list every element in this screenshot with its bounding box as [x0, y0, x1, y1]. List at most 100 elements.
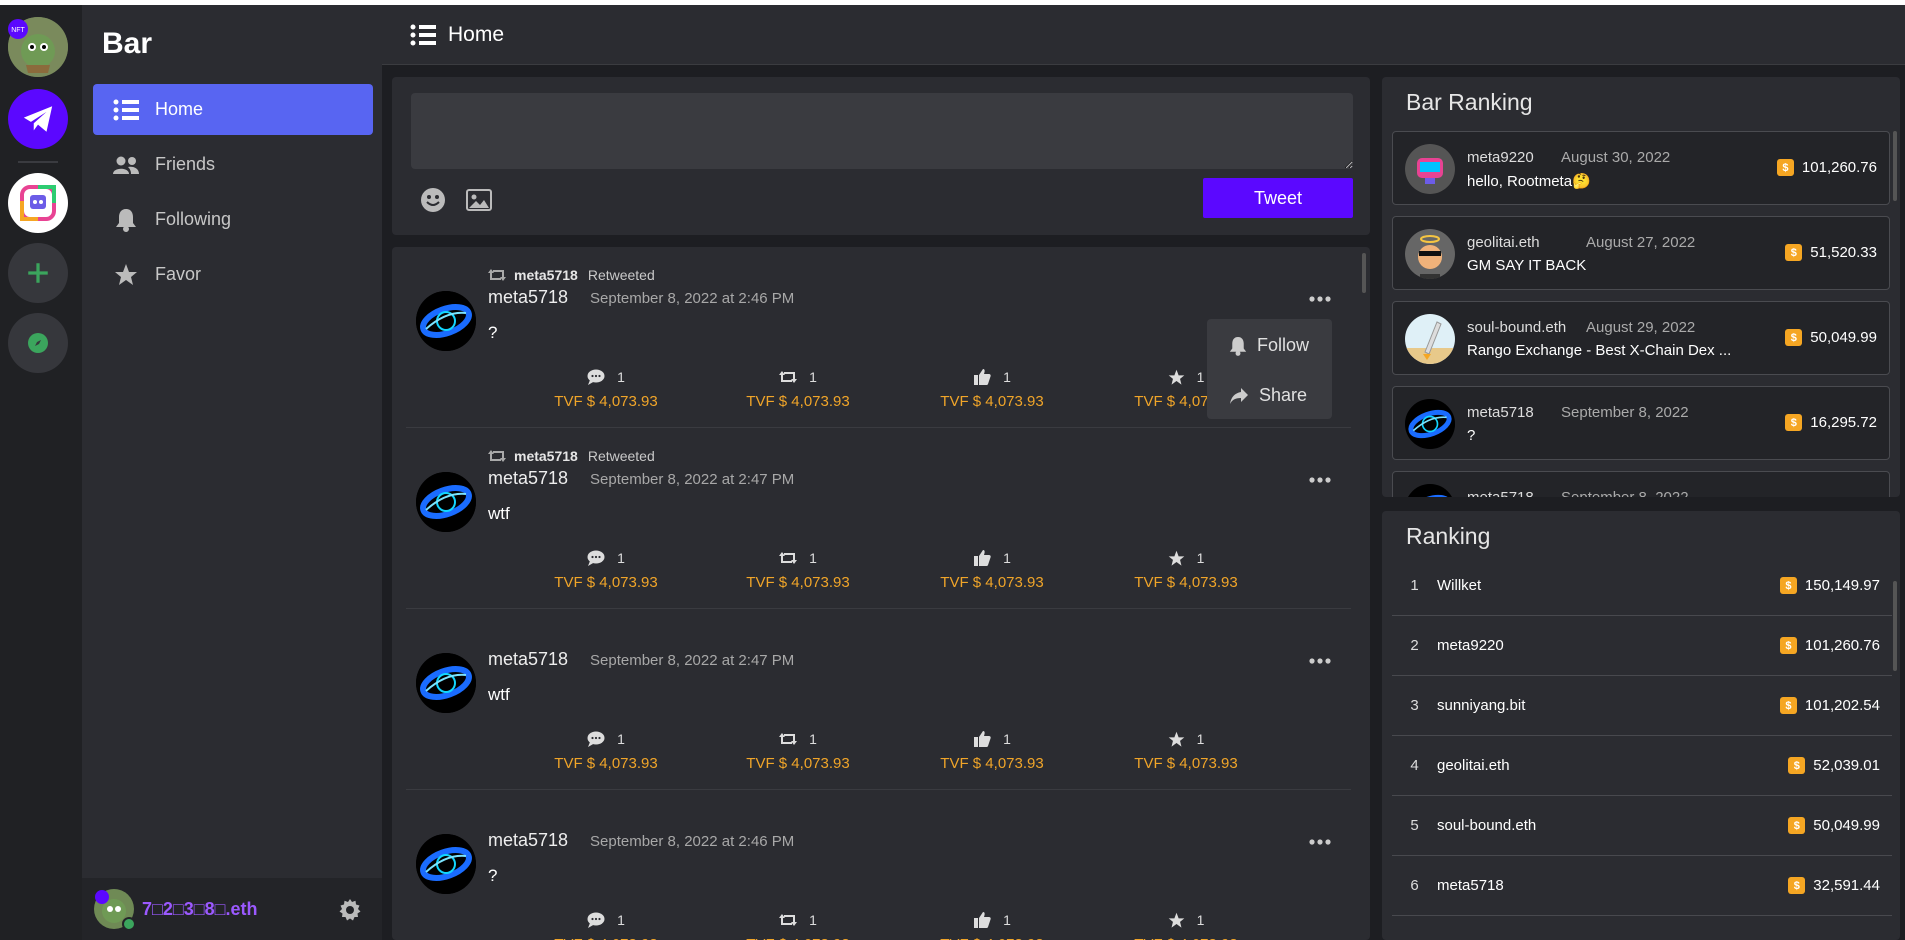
telegram-icon[interactable] [8, 89, 68, 149]
bar-ranking-card[interactable]: soul-bound.eth August 29, 2022 Rango Exc… [1392, 301, 1890, 375]
comment-stat[interactable]: 1 TVF $ 4,073.93 [526, 910, 686, 940]
app-icon[interactable] [8, 173, 68, 233]
like-stat[interactable]: 1 TVF $ 4,073.93 [912, 367, 1072, 410]
stat-count: 1 [809, 550, 817, 566]
share-menu-item[interactable]: Share [1207, 373, 1332, 418]
bar-ranking-card[interactable]: meta5718 September 8, 2022 $16,295.72 [1392, 471, 1890, 497]
like-stat[interactable]: 1 TVF $ 4,073.93 [912, 548, 1072, 591]
retweet-stat[interactable]: 1 TVF $ 4,073.93 [718, 729, 878, 772]
compass-icon[interactable] [8, 313, 68, 373]
bar-ranking-panel: Bar Ranking meta9220 August 30, 2022 hel… [1382, 77, 1900, 497]
star-stat[interactable]: 1 TVF $ 4,073.93 [1106, 548, 1266, 591]
retweet-icon [779, 551, 798, 565]
stat-count: 1 [617, 550, 625, 566]
panel-scrollbar[interactable] [1893, 581, 1897, 671]
list-icon [111, 99, 141, 121]
ranking-row[interactable]: 4 geolitai.eth $52,039.01 [1392, 736, 1892, 796]
coin-icon: $ [1788, 877, 1806, 894]
stat-count: 1 [809, 369, 817, 385]
star-icon [111, 263, 141, 287]
rank-number: 3 [1410, 697, 1419, 714]
image-icon[interactable] [466, 189, 492, 211]
emoji-icon[interactable] [420, 187, 446, 213]
feed-scrollbar[interactable] [1362, 253, 1366, 293]
ranking-panel: Ranking 1 Willket $150,149.97 2 meta9220 … [1382, 511, 1900, 940]
panel-title: Ranking [1406, 523, 1491, 549]
rank-amount: $150,149.97 [1779, 577, 1880, 594]
star-stat[interactable]: 1 TVF $ 4,073.93 [1106, 910, 1266, 940]
like-stat[interactable]: 1 TVF $ 4,073.93 [912, 729, 1072, 772]
follow-menu-item[interactable]: Follow [1207, 323, 1332, 368]
rank-amount: $101,260.76 [1779, 637, 1880, 654]
retweeter-name[interactable]: meta5718 [514, 448, 578, 464]
rank-amount: $32,591.44 [1788, 877, 1880, 894]
retweet-stat[interactable]: 1 TVF $ 4,073.93 [718, 367, 878, 410]
comment-stat[interactable]: 1 TVF $ 4,073.93 [526, 729, 686, 772]
comment-icon [587, 369, 605, 385]
tweet-button[interactable]: Tweet [1203, 178, 1353, 218]
like-icon [973, 368, 991, 386]
post-author[interactable]: meta5718 [488, 287, 568, 308]
sidebar-item-home[interactable]: Home [93, 84, 373, 135]
like-icon [973, 911, 991, 929]
amount-value: 51,520.33 [1810, 244, 1877, 261]
bar-ranking-card[interactable]: meta5718 September 8, 2022 ? $16,295.72 [1392, 386, 1890, 460]
post-author[interactable]: meta5718 [488, 468, 568, 489]
tvf-value: TVF $ 4,073.93 [526, 936, 686, 940]
user-avatar[interactable] [94, 889, 136, 931]
post-avatar[interactable] [416, 472, 476, 532]
rank-user: Willket [1437, 577, 1482, 594]
sidebar-item-favor[interactable]: Favor [93, 249, 373, 300]
tvf-value: TVF $ 4,073.93 [940, 574, 1044, 591]
comment-icon [587, 550, 605, 566]
add-server-icon[interactable] [8, 243, 68, 303]
bar-card-avatar [1405, 484, 1455, 497]
ranking-row[interactable]: 6 meta5718 $32,591.44 [1392, 856, 1892, 916]
stat-count: 1 [1196, 550, 1205, 566]
retweet-icon [779, 913, 798, 927]
bar-card-date: August 30, 2022 [1561, 149, 1671, 166]
tvf-value: TVF $ 4,073.93 [912, 936, 1072, 940]
list-icon [410, 24, 436, 46]
post-avatar[interactable] [416, 834, 476, 894]
ranking-row[interactable]: 3 sunniyang.bit $101,202.54 [1392, 676, 1892, 736]
post: meta5718 Retweeted meta5718 September 8, 20… [406, 428, 1351, 609]
sidebar: Bar Home Friends Following Favor 7□2□3□8… [82, 5, 382, 940]
stat-count: 1 [1196, 731, 1205, 747]
nft-avatar[interactable]: NFT [8, 17, 68, 77]
post-avatar[interactable] [416, 653, 476, 713]
post-context-menu: Follow Share [1207, 319, 1332, 419]
sidebar-item-following[interactable]: Following [93, 194, 373, 245]
bar-card-text: ? [1467, 427, 1476, 444]
more-options-icon[interactable] [1309, 651, 1331, 667]
more-options-icon[interactable] [1309, 289, 1331, 305]
panel-scrollbar[interactable] [1893, 131, 1897, 201]
sidebar-item-friends[interactable]: Friends [93, 139, 373, 190]
post-avatar[interactable] [416, 291, 476, 351]
bar-card-amount: $16,295.72 [1785, 414, 1877, 431]
bar-card-avatar [1405, 229, 1455, 279]
post-author[interactable]: meta5718 [488, 830, 568, 851]
retweet-stat[interactable]: 1 TVF $ 4,073.93 [718, 910, 878, 940]
like-stat[interactable]: 1 TVF $ 4,073.93 [912, 910, 1072, 940]
more-options-icon[interactable] [1309, 832, 1331, 848]
ranking-row[interactable]: 1 Willket $150,149.97 [1392, 556, 1892, 616]
retweet-icon [779, 732, 798, 746]
post-date: September 8, 2022 at 2:47 PM [590, 652, 795, 669]
bar-ranking-card[interactable]: geolitai.eth August 27, 2022 GM SAY IT B… [1392, 216, 1890, 290]
top-header: Home [382, 5, 1905, 65]
comment-stat[interactable]: 1 TVF $ 4,073.93 [526, 367, 686, 410]
bar-ranking-card[interactable]: meta9220 August 30, 2022 hello, Rootmeta… [1392, 131, 1890, 205]
more-options-icon[interactable] [1309, 470, 1331, 486]
retweet-stat[interactable]: 1 TVF $ 4,073.93 [718, 548, 878, 591]
retweeter-name[interactable]: meta5718 [514, 267, 578, 283]
tweet-input[interactable] [411, 93, 1353, 169]
sidebar-item-label: Home [155, 99, 204, 119]
ranking-row[interactable]: 5 soul-bound.eth $50,049.99 [1392, 796, 1892, 856]
comment-stat[interactable]: 1 TVF $ 4,073.93 [526, 548, 686, 591]
ranking-row[interactable]: 2 meta9220 $101,260.76 [1392, 616, 1892, 676]
panel-title: Bar Ranking [1406, 89, 1533, 115]
star-stat[interactable]: 1 TVF $ 4,073.93 [1106, 729, 1266, 772]
gear-icon[interactable] [338, 898, 362, 922]
post-author[interactable]: meta5718 [488, 649, 568, 670]
